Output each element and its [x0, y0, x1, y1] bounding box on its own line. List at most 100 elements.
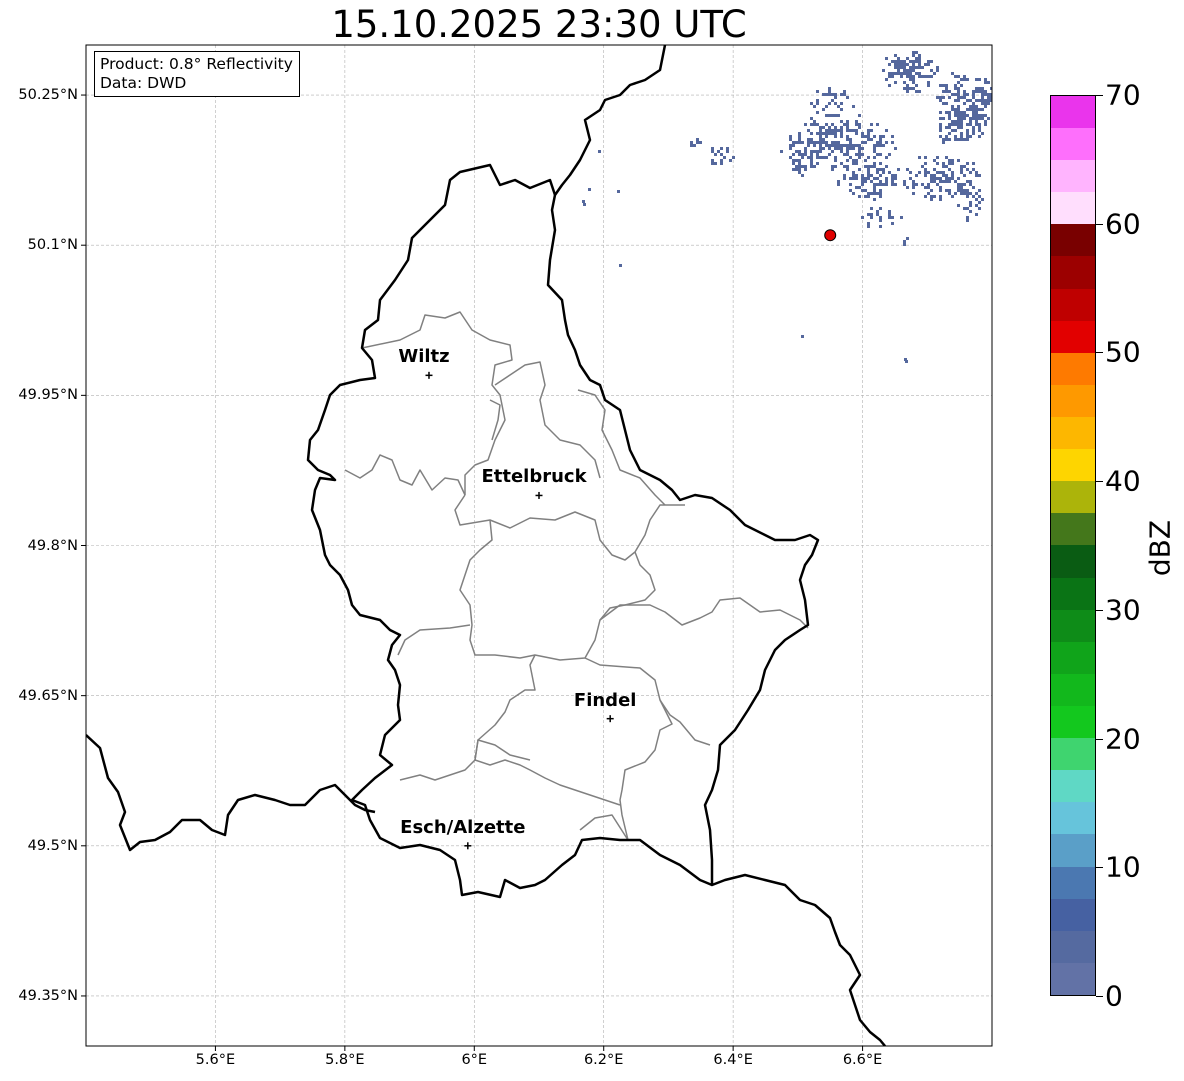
- radar-echo-pixel: [801, 156, 804, 159]
- radar-echo-pixel: [819, 129, 822, 132]
- radar-echo-pixel: [918, 156, 921, 159]
- radar-echo-pixel: [816, 156, 819, 159]
- radar-echo-pixel: [837, 129, 840, 132]
- radar-echo-pixel: [861, 177, 864, 180]
- radar-echo-pixel: [912, 75, 915, 78]
- radar-echo-pixel: [879, 183, 882, 186]
- radar-echo-pixel: [852, 177, 855, 180]
- radar-echo-pixel: [903, 66, 906, 69]
- radar-echo-pixel: [840, 150, 843, 153]
- radar-echo-pixel: [852, 129, 855, 132]
- radar-echo-pixel: [960, 171, 963, 174]
- radar-echo-pixel: [945, 84, 948, 87]
- radar-echo-pixel: [834, 135, 837, 138]
- radar-echo-pixel: [957, 189, 960, 192]
- radar-echo-pixel: [855, 174, 858, 177]
- radar-echo-pixel: [972, 96, 975, 99]
- radar-echo-pixel: [816, 141, 819, 144]
- radar-echo-pixel: [801, 335, 804, 338]
- radar-echo-pixel: [981, 93, 984, 96]
- radar-echo-pixel: [978, 189, 981, 192]
- colorbar-segment: [1051, 256, 1095, 289]
- radar-echo-pixel: [921, 66, 924, 69]
- radar-echo-pixel: [888, 153, 891, 156]
- radar-echo-pixel: [951, 195, 954, 198]
- radar-echo-pixel: [939, 123, 942, 126]
- lon-tick-label: 6.4°E: [713, 1052, 753, 1068]
- radar-echo-pixel: [954, 114, 957, 117]
- colorbar-segment: [1051, 930, 1095, 963]
- radar-echo-pixel: [810, 138, 813, 141]
- radar-echo-pixel: [987, 102, 990, 105]
- radar-echo-pixel: [834, 102, 837, 105]
- radar-echo-pixel: [939, 177, 942, 180]
- radar-echo-pixel: [876, 210, 879, 213]
- radar-echo-pixel: [945, 180, 948, 183]
- radar-echo-pixel: [927, 186, 930, 189]
- radar-echo-pixel: [617, 190, 620, 193]
- radar-echo-pixel: [789, 135, 792, 138]
- radar-echo-pixel: [951, 159, 954, 162]
- radar-echo-pixel: [900, 75, 903, 78]
- radar-echo-pixel: [837, 147, 840, 150]
- radar-echo-pixel: [879, 195, 882, 198]
- country-border-west: [86, 734, 376, 852]
- radar-echo-pixel: [867, 213, 870, 216]
- radar-echo-pixel: [933, 72, 936, 75]
- radar-echo-pixel: [957, 177, 960, 180]
- radar-echo-pixel: [882, 135, 885, 138]
- radar-echo-pixel: [984, 90, 987, 93]
- radar-echo-pixel: [912, 60, 915, 63]
- radar-echo-pixel: [972, 195, 975, 198]
- radar-echo-pixel: [936, 183, 939, 186]
- radar-echo-pixel: [936, 162, 939, 165]
- radar-echo-pixel: [891, 180, 894, 183]
- radar-echo-pixel: [930, 195, 933, 198]
- radar-echo-pixel: [936, 171, 939, 174]
- lon-tick-label: 6.6°E: [842, 1052, 883, 1068]
- radar-echo-pixel: [888, 63, 891, 66]
- colorbar-segment: [1051, 449, 1095, 482]
- radar-echo-pixel: [978, 78, 981, 81]
- radar-echo-pixel: [819, 156, 822, 159]
- radar-echo-pixel: [879, 225, 882, 228]
- radar-echo-pixel: [870, 174, 873, 177]
- radar-echo-pixel: [894, 183, 897, 186]
- radar-echo-pixel: [933, 174, 936, 177]
- radar-echo-pixel: [732, 156, 735, 159]
- radar-echo-pixel: [798, 153, 801, 156]
- radar-echo-pixel: [957, 81, 960, 84]
- radar-echo-pixel: [867, 156, 870, 159]
- radar-echo-pixel: [789, 147, 792, 150]
- radar-echo-pixel: [834, 165, 837, 168]
- radar-echo-pixel: [954, 111, 957, 114]
- radar-echo-pixel: [927, 60, 930, 63]
- radar-echo-pixel: [864, 141, 867, 144]
- radar-echo-pixel: [846, 168, 849, 171]
- radar-echo-pixel: [801, 165, 804, 168]
- radar-echo-pixel: [729, 159, 732, 162]
- radar-echo-pixel: [948, 132, 951, 135]
- radar-echo-pixel: [858, 168, 861, 171]
- radar-echo-pixel: [795, 165, 798, 168]
- radar-echo-pixel: [984, 105, 987, 108]
- radar-echo-pixel: [807, 141, 810, 144]
- radar-echo-pixel: [831, 129, 834, 132]
- radar-echo-pixel: [921, 183, 924, 186]
- colorbar-segment: [1051, 384, 1095, 418]
- radar-echo-pixel: [798, 132, 801, 135]
- radar-echo-pixel: [912, 54, 915, 57]
- radar-echo-pixel: [858, 156, 861, 159]
- radar-echo-pixel: [726, 147, 729, 150]
- radar-echo-pixel: [894, 177, 897, 180]
- radar-echo-pixel: [960, 135, 963, 138]
- radar-echo-pixel: [951, 123, 954, 126]
- radar-echo-pixel: [981, 114, 984, 117]
- radar-echo-pixel: [903, 81, 906, 84]
- radar-echo-pixel: [846, 147, 849, 150]
- radar-echo-pixel: [963, 114, 966, 117]
- colorbar-segment: [1051, 192, 1095, 225]
- radar-echo-pixel: [936, 177, 939, 180]
- radar-echoes: [582, 51, 992, 363]
- radar-echo-pixel: [918, 75, 921, 78]
